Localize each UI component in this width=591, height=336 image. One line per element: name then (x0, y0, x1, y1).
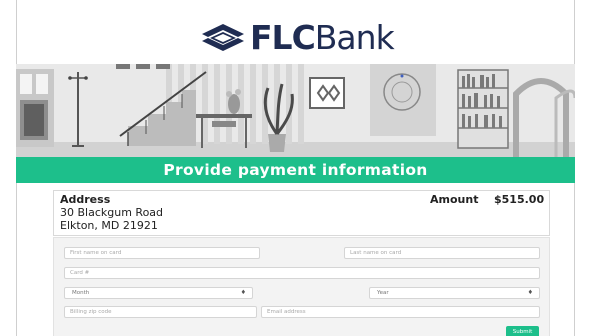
brand-name-bank: Bank (314, 18, 395, 57)
amount-label: Amount (430, 193, 479, 206)
month-dropdown-arrow-icon: ♦ (240, 289, 246, 296)
site-header: FLCBank (0, 0, 591, 62)
amount-value: $515.00 (494, 193, 545, 206)
email-field[interactable] (261, 306, 540, 318)
living-room-illustration (16, 64, 575, 157)
address-line-1: 30 Blackgum Road (60, 206, 164, 219)
last-name-field[interactable] (344, 247, 540, 259)
first-name-field[interactable] (64, 247, 260, 259)
brand-name-flc: FLC (250, 18, 316, 57)
year-select-label: Year (377, 290, 389, 296)
page-title-banner: Provide payment information (16, 157, 575, 183)
address-line-2: Elkton, MD 21921 (60, 219, 158, 232)
email-input[interactable] (262, 307, 539, 317)
payment-form: Month ♦ Year ♦ Submit (53, 237, 550, 336)
hero-illustration (16, 64, 575, 157)
brand-wordmark: FLCBank (250, 18, 395, 57)
card-number-field[interactable] (64, 267, 540, 279)
year-dropdown-arrow-icon: ♦ (527, 289, 533, 296)
year-select[interactable]: Year ♦ (369, 287, 540, 299)
last-name-input[interactable] (345, 248, 539, 258)
address-heading: Address (60, 193, 111, 206)
submit-button[interactable]: Submit (506, 326, 539, 336)
billing-zip-field[interactable] (64, 306, 257, 318)
page: FLCBank Provide payment information Addr… (0, 0, 591, 336)
billing-summary-card: Address 30 Blackgum Road Elkton, MD 2192… (53, 190, 550, 236)
flc-logo-icon (202, 24, 244, 51)
first-name-input[interactable] (65, 248, 259, 258)
month-select-label: Month (72, 290, 90, 296)
card-number-input[interactable] (65, 268, 539, 278)
month-select[interactable]: Month ♦ (64, 287, 253, 299)
billing-zip-input[interactable] (65, 307, 256, 317)
